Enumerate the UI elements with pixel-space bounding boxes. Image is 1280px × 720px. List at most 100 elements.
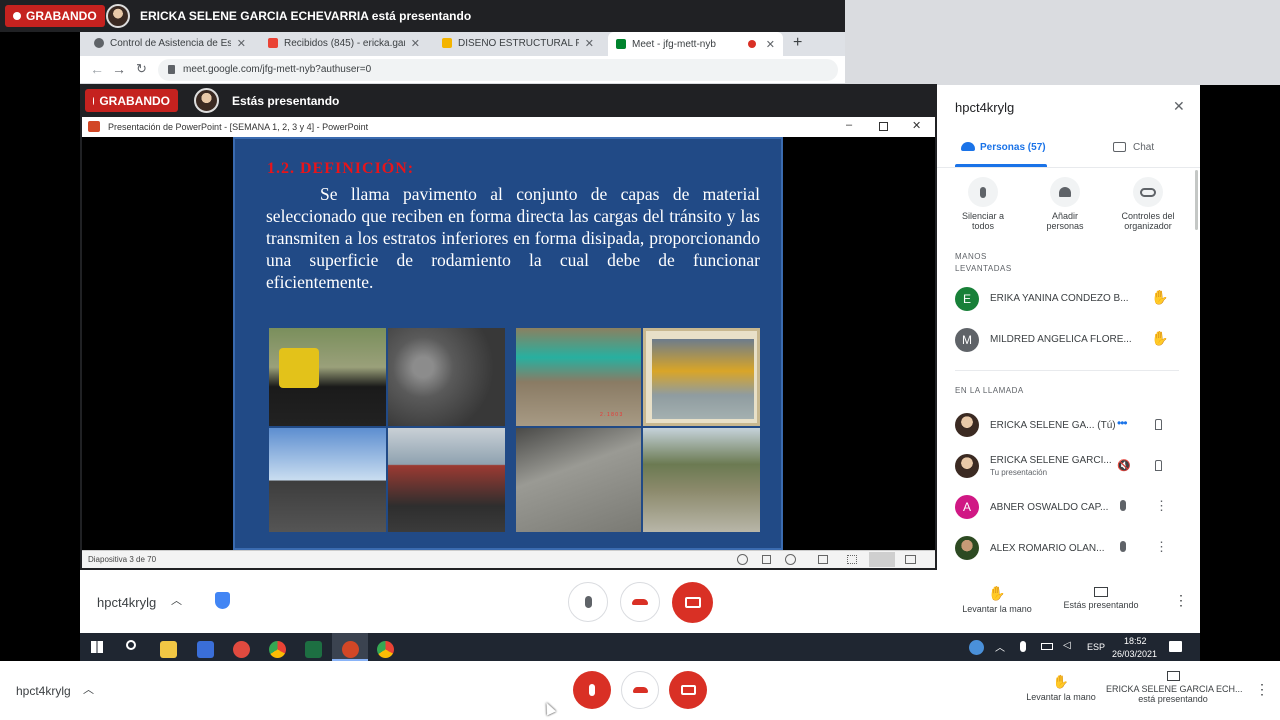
lock-icon: [168, 65, 175, 74]
view-icon[interactable]: [762, 555, 771, 564]
tray-chevron-icon[interactable]: ︿: [995, 639, 1005, 654]
tab-asistencia[interactable]: Control de Asistencia de Estudia ✕: [86, 32, 254, 54]
windows-start-icon[interactable]: [91, 641, 103, 653]
mic-tray-icon[interactable]: [1020, 641, 1026, 652]
clock-date[interactable]: 26/03/2021: [1112, 649, 1157, 659]
list-item[interactable]: M MILDRED ANGELICA FLORE... ✋: [937, 320, 1177, 360]
tab-people[interactable]: Personas (57): [955, 139, 1047, 167]
more-dots-icon[interactable]: •••: [1117, 416, 1128, 430]
battery-icon[interactable]: [1041, 643, 1053, 650]
hangup-icon: [632, 687, 648, 693]
people-panel: hpct4krylg ✕ Personas (57) Chat Silencia…: [937, 85, 1200, 570]
inner-more-icon[interactable]: ⋮: [1174, 592, 1188, 609]
close-tab-icon[interactable]: ✕: [585, 37, 594, 50]
view-icon[interactable]: [869, 552, 895, 567]
view-icon[interactable]: [818, 555, 828, 564]
list-item[interactable]: A ABNER OSWALDO CAP... ⋮: [937, 487, 1177, 527]
app-icon[interactable]: [233, 641, 250, 658]
mic-off-button[interactable]: [573, 671, 611, 709]
tab-gmail[interactable]: Recibidos (845) - ericka.garcia@ ✕: [260, 32, 428, 54]
end-call-button[interactable]: [621, 671, 659, 709]
powerpoint-taskbar-icon[interactable]: [342, 641, 359, 658]
inner-recording-badge: GRABANDO: [85, 89, 178, 112]
people-icon: [961, 142, 975, 151]
tab-meet[interactable]: Meet - jfg-mett-nyb ✕: [608, 32, 783, 56]
inner-camera-off-button[interactable]: [672, 582, 713, 623]
view-icon[interactable]: [905, 555, 916, 564]
inner-mic-button[interactable]: [568, 582, 608, 622]
list-item[interactable]: E ERIKA YANINA CONDEZO B... ✋: [937, 279, 1177, 319]
maximize-icon[interactable]: [879, 122, 888, 131]
camera-off-button[interactable]: [669, 671, 707, 709]
panel-divider: [937, 167, 1200, 168]
meet-icon: [616, 39, 626, 49]
avatar: M: [955, 328, 979, 352]
help-icon[interactable]: [969, 640, 984, 655]
add-person-icon: [1050, 177, 1080, 207]
inner-end-call-button[interactable]: [620, 582, 660, 622]
language-indicator[interactable]: ESP: [1087, 642, 1105, 652]
mute-all-button[interactable]: Silenciar a todos: [953, 177, 1013, 231]
close-tab-icon[interactable]: ✕: [237, 37, 246, 50]
chat-icon: [1113, 142, 1126, 152]
scrollbar[interactable]: [1195, 170, 1198, 230]
excel-icon[interactable]: [305, 641, 322, 658]
globe-icon: [94, 38, 104, 48]
ppt-title: Presentación de PowerPoint - [SEMANA 1, …: [108, 122, 369, 132]
hand-icon[interactable]: ✋: [1151, 289, 1168, 306]
volume-icon[interactable]: ◁: [1063, 640, 1071, 651]
inner-raise-hand-button[interactable]: ✋ Levantar la mano: [956, 585, 1038, 614]
more-vert-icon[interactable]: ⋮: [1155, 498, 1168, 514]
hand-icon[interactable]: ✋: [1151, 330, 1168, 347]
close-tab-icon[interactable]: ✕: [766, 38, 775, 51]
recording-badge: GRABANDO: [5, 5, 105, 27]
view-icon[interactable]: [785, 554, 796, 565]
new-tab-button[interactable]: +: [793, 34, 802, 52]
reload-icon[interactable]: ↻: [136, 61, 147, 77]
more-options-icon[interactable]: ⋮: [1255, 681, 1269, 698]
pin-icon[interactable]: [1155, 419, 1162, 430]
chrome-icon[interactable]: [269, 641, 286, 658]
close-window-icon[interactable]: ✕: [912, 119, 921, 132]
url-text: meet.google.com/jfg-mett-nyb?authuser=0: [183, 64, 372, 75]
chevron-up-icon[interactable]: ︿: [83, 681, 94, 697]
list-item[interactable]: ALEX ROMARIO OLAN... ⋮: [937, 528, 1177, 568]
view-icon[interactable]: [847, 555, 857, 564]
camera-off-icon: [684, 597, 701, 608]
minimize-icon[interactable]: –: [846, 119, 852, 131]
chevron-up-icon[interactable]: ︿: [171, 592, 182, 608]
chrome-icon[interactable]: [377, 641, 394, 658]
concrete-slab-photo: [516, 428, 641, 532]
ppt-statusbar: Diapositiva 3 de 70: [82, 550, 935, 568]
list-item[interactable]: ERICKA SELENE GA... (Tú) •••: [937, 405, 1177, 445]
inner-present-button[interactable]: Estás presentando: [1058, 585, 1144, 610]
hangup-icon: [632, 599, 648, 605]
ppt-titlebar: Presentación de PowerPoint - [SEMANA 1, …: [82, 117, 935, 137]
address-bar[interactable]: meet.google.com/jfg-mett-nyb?authuser=0: [158, 59, 838, 81]
back-icon[interactable]: ←: [90, 61, 104, 77]
list-item[interactable]: ERICKA SELENE GARCI... Tu presentación 🔇: [937, 446, 1177, 486]
raise-hand-button[interactable]: ✋ Levantar la mano: [1022, 674, 1100, 702]
host-controls-button[interactable]: Controles del organizador: [1115, 177, 1181, 231]
clock-time[interactable]: 18:52: [1124, 636, 1147, 646]
network-app-icon[interactable]: [197, 641, 214, 658]
shield-icon[interactable]: [215, 592, 230, 609]
pin-icon[interactable]: [1155, 460, 1162, 471]
paving-roller-photo: [269, 328, 386, 426]
file-explorer-icon[interactable]: [160, 641, 177, 658]
close-tab-icon[interactable]: ✕: [411, 37, 420, 50]
tab-diseno[interactable]: DISEÑO ESTRUCTURAL PAVIMEN ✕: [434, 32, 602, 54]
grey-panel: [845, 0, 1280, 85]
presenting-status-button[interactable]: ERICKA SELENE GARCIA ECH... está present…: [1106, 671, 1243, 704]
view-icon[interactable]: [737, 554, 748, 565]
more-vert-icon[interactable]: ⋮: [1155, 539, 1168, 555]
toggle-icon: [1133, 177, 1163, 207]
slide-body: Se llama pavimento al conjunto de capas …: [266, 184, 760, 292]
notification-icon[interactable]: [1169, 641, 1182, 652]
search-icon[interactable]: [126, 640, 136, 650]
record-icon: [93, 96, 95, 105]
tab-chat[interactable]: Chat: [1113, 139, 1173, 167]
close-panel-icon[interactable]: ✕: [1173, 98, 1185, 115]
add-people-button[interactable]: Añadir personas: [1035, 177, 1095, 231]
forward-icon[interactable]: →: [112, 61, 126, 77]
